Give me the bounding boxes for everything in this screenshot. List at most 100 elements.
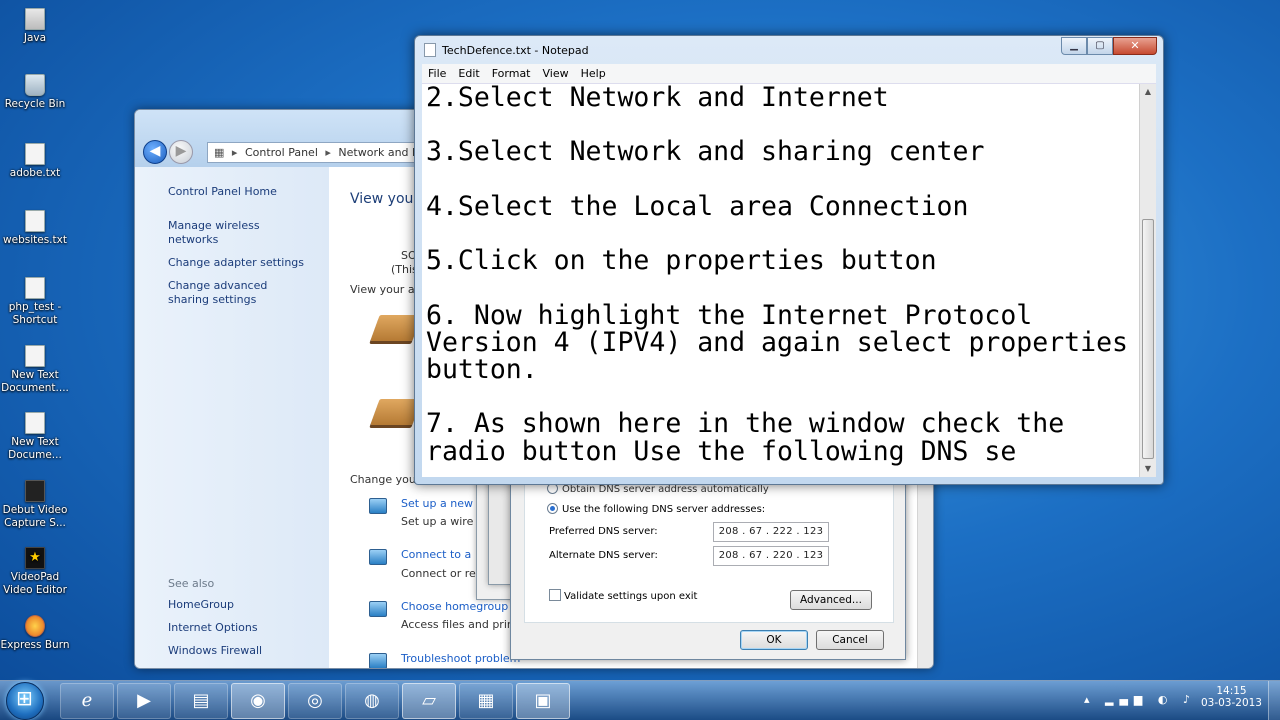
alternate-dns-input[interactable]: 208 . 67 . 220 . 123 bbox=[713, 546, 829, 566]
film-icon: ▦ bbox=[477, 690, 495, 711]
firefox-icon: ◉ bbox=[250, 690, 266, 711]
desktop-icon-adobe-txt[interactable]: adobe.txt bbox=[0, 143, 70, 180]
text-file-icon bbox=[25, 345, 45, 367]
sidebar-link-advanced-sharing[interactable]: Change advanced sharing settings bbox=[168, 279, 308, 307]
taskbar: ℯ ▶ ▤ ◉ ◎ ◍ ▱ ▦ ▣ ▴ ▂▄▆ ◐ ♪ 14:15 03-03-… bbox=[0, 680, 1280, 720]
system-tray-icons[interactable]: ▴ ▂▄▆ ◐ ♪ bbox=[1084, 693, 1196, 706]
desktop-icon-videopad[interactable]: ★ VideoPad Video Editor bbox=[0, 547, 70, 597]
menu-view[interactable]: View bbox=[543, 67, 569, 80]
desktop-icon-new-text-document-1[interactable]: New Text Document.... bbox=[0, 345, 70, 395]
task-setup-connection[interactable]: Set up a new bbox=[401, 497, 473, 510]
window-title: TechDefence.txt - Notepad bbox=[442, 43, 589, 57]
navigation-buttons: ◀ ▶ bbox=[143, 140, 193, 164]
taskbar-firefox-alt[interactable]: ◎ bbox=[288, 683, 342, 719]
shortcut-file-icon bbox=[25, 277, 45, 299]
change-settings-heading: Change your bbox=[350, 473, 421, 486]
taskbar-control-panel[interactable]: ▣ bbox=[516, 683, 570, 719]
desktop-icon-new-text-document-2[interactable]: New Text Docume... bbox=[0, 412, 70, 462]
clock-date: 03-03-2013 bbox=[1200, 697, 1262, 709]
active-networks-heading: View your ac bbox=[350, 283, 421, 296]
desktop-icon-recycle-bin[interactable]: Recycle Bin bbox=[0, 74, 70, 111]
task-troubleshoot[interactable]: Troubleshoot problem bbox=[401, 652, 520, 665]
menu-help[interactable]: Help bbox=[581, 67, 606, 80]
start-button[interactable] bbox=[6, 682, 44, 720]
notepad-icon bbox=[424, 43, 436, 57]
show-desktop-button[interactable] bbox=[1268, 681, 1280, 720]
task-homegroup-description: Access files and printe bbox=[401, 618, 525, 631]
chevron-right-icon: ▸ bbox=[325, 146, 331, 159]
clock[interactable]: 14:15 03-03-2013 bbox=[1201, 685, 1262, 709]
menu-edit[interactable]: Edit bbox=[458, 67, 479, 80]
task-connect-network[interactable]: Connect to a bbox=[401, 548, 471, 561]
window-controls: ▁ ▢ ✕ bbox=[1061, 37, 1157, 55]
alternate-dns-label: Alternate DNS server: bbox=[549, 550, 658, 561]
taskbar-internet-explorer[interactable]: ℯ bbox=[60, 683, 114, 719]
menu-format[interactable]: Format bbox=[492, 67, 531, 80]
control-panel-icon: ▣ bbox=[534, 690, 552, 711]
notepad-text-area[interactable]: 2.Select Network and Internet 3.Select N… bbox=[422, 84, 1139, 477]
homegroup-icon bbox=[369, 601, 387, 617]
folder-icon: ▤ bbox=[192, 690, 210, 711]
ok-button[interactable]: OK bbox=[740, 630, 808, 650]
desktop-icon-java[interactable]: Java bbox=[0, 8, 70, 45]
menu-file[interactable]: File bbox=[428, 67, 446, 80]
ipv4-properties-dialog: Obtain DNS server address automatically … bbox=[510, 470, 906, 660]
sidebar-link-windows-firewall[interactable]: Windows Firewall bbox=[168, 644, 308, 658]
forward-button[interactable]: ▶ bbox=[169, 140, 193, 164]
connect-network-icon bbox=[369, 549, 387, 565]
taskbar-notepad[interactable]: ▱ bbox=[402, 683, 456, 719]
taskbar-video[interactable]: ▦ bbox=[459, 683, 513, 719]
dns-settings-group: Obtain DNS server address automatically … bbox=[524, 479, 894, 623]
validate-settings-option[interactable]: Validate settings upon exit bbox=[549, 589, 697, 602]
notepad-scrollbar[interactable]: ▲ ▼ bbox=[1139, 84, 1156, 477]
validate-settings-checkbox[interactable] bbox=[549, 589, 561, 601]
sidebar-link-wireless[interactable]: Manage wireless networks bbox=[168, 219, 308, 247]
sidebar-link-internet-options[interactable]: Internet Options bbox=[168, 621, 308, 635]
network-setup-icon bbox=[369, 498, 387, 514]
breadcrumb-control-panel[interactable]: Control Panel bbox=[245, 146, 318, 159]
java-icon bbox=[25, 8, 45, 30]
taskbar-media-player[interactable]: ▶ bbox=[117, 683, 171, 719]
preferred-dns-input[interactable]: 208 . 67 . 222 . 123 bbox=[713, 522, 829, 542]
sidebar-link-home[interactable]: Control Panel Home bbox=[168, 185, 308, 199]
internet-explorer-icon: ℯ bbox=[81, 690, 93, 711]
advanced-button[interactable]: Advanced... bbox=[790, 590, 872, 610]
desktop-icon-websites-txt[interactable]: websites.txt bbox=[0, 210, 70, 247]
text-file-icon bbox=[25, 412, 45, 434]
taskbar-chrome[interactable]: ◍ bbox=[345, 683, 399, 719]
firefox-icon: ◎ bbox=[307, 690, 323, 711]
desktop-icon-express-burn[interactable]: Express Burn bbox=[0, 615, 70, 652]
express-burn-icon bbox=[25, 615, 45, 637]
taskbar-explorer[interactable]: ▤ bbox=[174, 683, 228, 719]
videopad-icon: ★ bbox=[25, 547, 45, 569]
scroll-down-icon[interactable]: ▼ bbox=[1140, 461, 1156, 477]
recycle-bin-icon bbox=[25, 74, 45, 96]
clock-time: 14:15 bbox=[1216, 685, 1247, 697]
sidebar-link-homegroup[interactable]: HomeGroup bbox=[168, 598, 308, 612]
chevron-right-icon: ▸ bbox=[231, 146, 238, 159]
maximize-button[interactable]: ▢ bbox=[1087, 37, 1113, 55]
control-panel-icon: ▦ bbox=[214, 146, 225, 159]
control-panel-sidebar: Control Panel Home Manage wireless netwo… bbox=[135, 167, 329, 668]
minimize-button[interactable]: ▁ bbox=[1061, 37, 1087, 55]
use-following-dns-radio[interactable] bbox=[547, 503, 558, 514]
cancel-button[interactable]: Cancel bbox=[816, 630, 884, 650]
chrome-icon: ◍ bbox=[364, 690, 380, 711]
scroll-up-icon[interactable]: ▲ bbox=[1140, 84, 1156, 100]
close-button[interactable]: ✕ bbox=[1113, 37, 1157, 55]
back-button[interactable]: ◀ bbox=[143, 140, 167, 164]
video-capture-icon bbox=[25, 480, 45, 502]
notepad-window: TechDefence.txt - Notepad ▁ ▢ ✕ File Edi… bbox=[414, 35, 1164, 485]
sidebar-link-adapter[interactable]: Change adapter settings bbox=[168, 256, 308, 270]
desktop-icon-debut-video[interactable]: Debut Video Capture S... bbox=[0, 480, 70, 530]
taskbar-firefox[interactable]: ◉ bbox=[231, 683, 285, 719]
page-title: View your bbox=[350, 191, 420, 207]
scrollbar-thumb[interactable] bbox=[1142, 219, 1154, 459]
see-also-heading: See also bbox=[168, 577, 215, 590]
use-following-dns-option[interactable]: Use the following DNS server addresses: bbox=[547, 503, 765, 515]
task-homegroup[interactable]: Choose homegroup a bbox=[401, 600, 518, 613]
notepad-titlebar[interactable]: TechDefence.txt - Notepad bbox=[424, 43, 589, 57]
task-connect-description: Connect or rec bbox=[401, 567, 482, 580]
desktop-icon-php-test[interactable]: php_test - Shortcut bbox=[0, 277, 70, 327]
notepad-icon: ▱ bbox=[422, 690, 436, 711]
